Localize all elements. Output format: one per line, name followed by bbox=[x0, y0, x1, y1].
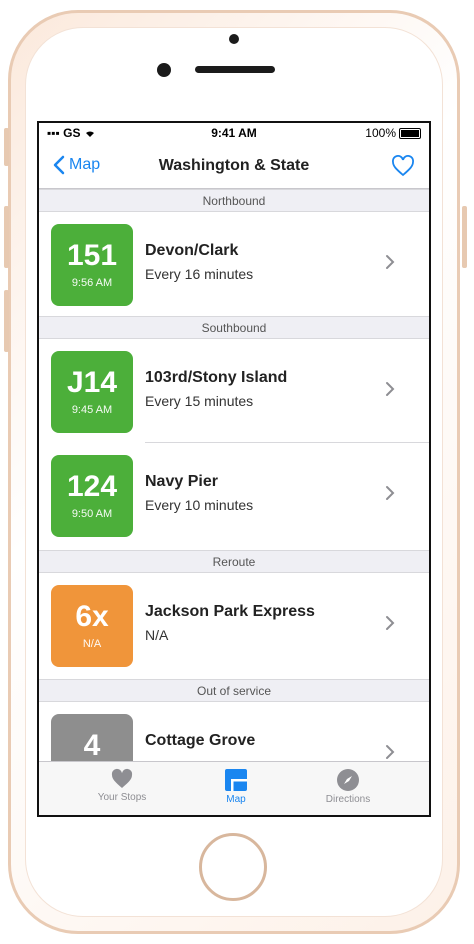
battery-label: 100% bbox=[365, 126, 396, 140]
route-number: 124 bbox=[66, 470, 118, 503]
favorite-button[interactable] bbox=[391, 155, 415, 182]
route-badge: 6x N/A bbox=[51, 585, 133, 667]
heart-icon bbox=[111, 768, 133, 788]
chevron-right-icon bbox=[386, 745, 395, 759]
earpiece-speaker bbox=[195, 66, 275, 73]
section-header-southbound: Southbound bbox=[39, 316, 429, 339]
volume-up-button bbox=[4, 206, 9, 268]
map-icon bbox=[225, 769, 247, 791]
front-camera bbox=[157, 63, 171, 77]
battery-status: 100% bbox=[365, 126, 421, 140]
app-screen: ▪▪▪ GS 9:41 AM 100% Map Washington & Sta… bbox=[37, 121, 431, 817]
tab-label: Your Stops bbox=[97, 792, 147, 803]
route-frequency: Every 16 minutes bbox=[145, 266, 254, 282]
home-button[interactable] bbox=[199, 833, 267, 901]
route-row-124[interactable]: 124 9:50 AM Navy Pier Every 10 minutes bbox=[39, 443, 429, 547]
navigation-bar: Map Washington & State bbox=[39, 143, 429, 189]
route-destination: 103rd/Stony Island bbox=[145, 369, 288, 386]
route-number: 151 bbox=[66, 239, 118, 272]
chevron-right-icon bbox=[386, 255, 395, 269]
route-number: J14 bbox=[66, 366, 118, 399]
route-frequency: N/A bbox=[145, 627, 169, 643]
compass-icon bbox=[337, 769, 359, 791]
arrival-time: N/A bbox=[82, 638, 102, 650]
route-row-j14[interactable]: J14 9:45 AM 103rd/Stony Island Every 15 … bbox=[39, 339, 429, 443]
tab-your-stops[interactable]: Your Stops bbox=[67, 768, 177, 803]
volume-down-button bbox=[4, 290, 9, 352]
route-badge: J14 9:45 AM bbox=[51, 351, 133, 433]
heart-outline-icon bbox=[392, 155, 414, 177]
section-header-northbound: Northbound bbox=[39, 189, 429, 212]
chevron-right-icon bbox=[386, 616, 395, 630]
tab-map[interactable]: Map bbox=[181, 768, 291, 805]
route-number: 6x bbox=[75, 600, 109, 633]
route-frequency: Every 15 minutes bbox=[145, 393, 254, 409]
arrival-time: 9:45 AM bbox=[71, 404, 113, 416]
tab-label: Directions bbox=[325, 794, 371, 805]
tab-bar: Your Stops Map Directions bbox=[39, 761, 429, 815]
arrival-time: 9:50 AM bbox=[71, 508, 113, 520]
chevron-right-icon bbox=[386, 382, 395, 396]
route-destination: Cottage Grove bbox=[145, 732, 256, 749]
route-destination: Devon/Clark bbox=[145, 242, 239, 259]
route-badge: 151 9:56 AM bbox=[51, 224, 133, 306]
battery-icon bbox=[399, 127, 421, 139]
route-number: 4 bbox=[83, 729, 101, 762]
chevron-right-icon bbox=[386, 486, 395, 500]
proximity-sensor bbox=[229, 34, 239, 44]
route-badge: 124 9:50 AM bbox=[51, 455, 133, 537]
tab-directions[interactable]: Directions bbox=[293, 768, 403, 805]
status-bar: ▪▪▪ GS 9:41 AM 100% bbox=[39, 123, 429, 143]
route-row-6x[interactable]: 6x N/A Jackson Park Express N/A bbox=[39, 573, 429, 677]
route-frequency: Every 10 minutes bbox=[145, 497, 254, 513]
route-destination: Jackson Park Express bbox=[145, 603, 315, 620]
route-row-151[interactable]: 151 9:56 AM Devon/Clark Every 16 minutes bbox=[39, 212, 429, 316]
power-button bbox=[462, 206, 467, 268]
arrival-time: 9:56 AM bbox=[71, 277, 113, 289]
page-title: Washington & State bbox=[158, 157, 310, 174]
route-destination: Navy Pier bbox=[145, 473, 218, 490]
section-header-out-of-service: Out of service bbox=[39, 679, 429, 702]
section-header-reroute: Reroute bbox=[39, 550, 429, 573]
mute-switch bbox=[4, 128, 9, 166]
tab-label: Map bbox=[226, 794, 246, 805]
